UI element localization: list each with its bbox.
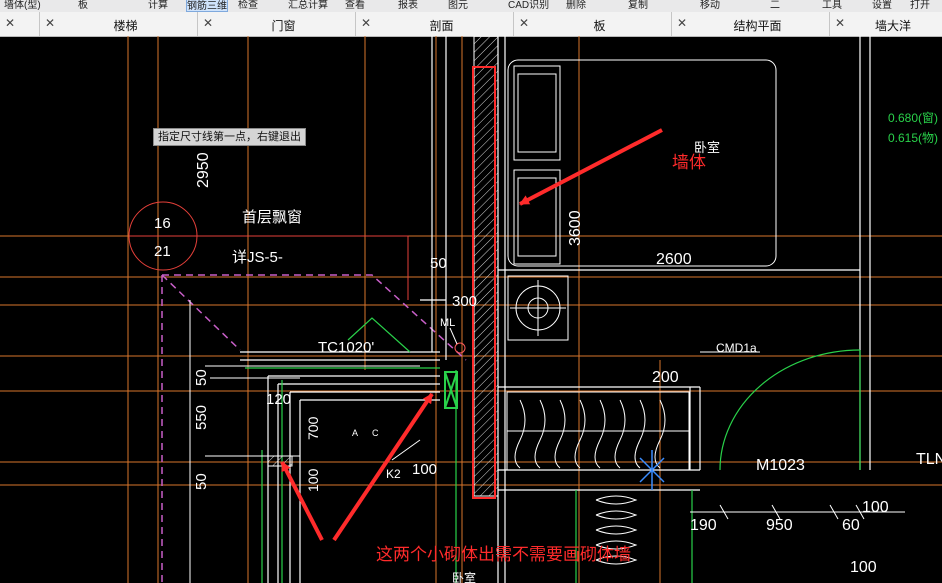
tab-slab[interactable]: ✕ 板: [514, 12, 672, 36]
close-icon[interactable]: ✕: [519, 16, 529, 30]
label-tln: TLN: [916, 451, 942, 468]
tab-structural-plan[interactable]: ✕ 结构平面: [672, 12, 830, 36]
hatch-label-c: C: [372, 428, 379, 438]
label-m1023: M1023: [756, 457, 805, 474]
toolbar-item[interactable]: 删除: [566, 0, 586, 11]
tab-doors-windows[interactable]: ✕ 门窗: [198, 12, 356, 36]
closet-hangers: [506, 391, 690, 471]
toolbar-item[interactable]: 板: [78, 0, 88, 11]
level-615: 0.615(物): [888, 131, 938, 145]
dim-700: 700: [305, 416, 321, 440]
tab-label: 板: [593, 19, 606, 33]
circle-top-number: 16: [154, 215, 171, 232]
leader-line: [196, 235, 409, 300]
circle-bottom-number: 21: [154, 243, 171, 260]
washing-machine-symbol: [507, 275, 569, 341]
command-tooltip: 指定尺寸线第一点，右键退出: [153, 128, 306, 146]
dim-50-left: 50: [193, 369, 210, 386]
label-cmd: CMD1a: [716, 341, 757, 355]
label-ml: ML: [440, 317, 455, 329]
close-icon[interactable]: ✕: [361, 16, 371, 30]
close-icon[interactable]: ✕: [835, 16, 845, 30]
toolbar-item-active[interactable]: 钢筋三维: [186, 0, 228, 12]
annotation-wall-label: 墙体: [672, 153, 706, 172]
close-icon[interactable]: ✕: [677, 16, 687, 30]
toolbar-item[interactable]: 汇总计算: [288, 0, 328, 11]
dim-190: 190: [690, 517, 717, 534]
toolbar-item[interactable]: 检查: [238, 0, 258, 11]
close-icon[interactable]: ✕: [5, 16, 15, 30]
close-icon[interactable]: ✕: [45, 16, 55, 30]
dim-2600: 2600: [656, 251, 692, 268]
cad-drawing-canvas[interactable]: 16 21 2950 首层飘窗 详JS-5- TC1020' 50 300 ML…: [0, 36, 942, 583]
tab-label: 结构平面: [733, 19, 782, 33]
dim-50-top: 50: [430, 255, 447, 272]
toolbar-item[interactable]: 打开: [910, 0, 930, 11]
dim-100-right-top: 100: [862, 499, 889, 516]
dim-100-right-bottom: 100: [850, 559, 877, 576]
dim-3600: 3600: [567, 210, 584, 246]
toolbar-item[interactable]: 图元: [448, 0, 468, 11]
dim-300: 300: [452, 293, 477, 310]
tab-wall-detail[interactable]: ✕ 墙大洋: [830, 12, 942, 36]
dim-950: 950: [766, 517, 793, 534]
level-680: 0.680(窗): [888, 111, 938, 125]
dim-2950: 2950: [195, 152, 212, 188]
dim-120: 120: [266, 391, 291, 408]
toolbar-item[interactable]: 报表: [398, 0, 418, 11]
dim-550: 550: [193, 405, 210, 430]
toolbar-item[interactable]: 墙体(型): [4, 0, 41, 11]
toolbar-item[interactable]: 查看: [345, 0, 365, 11]
tab-label: 墙大洋: [874, 19, 911, 33]
label-tc1020: TC1020': [318, 339, 374, 356]
toolbar-item[interactable]: 复制: [628, 0, 648, 11]
label-detail-ref: 详JS-5-: [232, 249, 283, 266]
toolbar-item[interactable]: 二: [770, 0, 780, 11]
wardrobe-outline: [507, 59, 777, 267]
ml-marker: [454, 342, 466, 354]
small-masonry-block: [267, 455, 293, 467]
tab-stairs[interactable]: ✕ 楼梯: [40, 12, 198, 36]
dim-100-mid: 100: [412, 461, 437, 478]
label-bedroom-bottom: 卧室: [452, 570, 476, 583]
drawing-tab-bar: ✕ ✕ 楼梯 ✕ 门窗 ✕ 剖面 ✕ 板 ✕ 结构平面 ✕ 墙大洋: [0, 12, 942, 37]
close-icon[interactable]: ✕: [203, 16, 213, 30]
tab-label: 剖面: [429, 19, 454, 33]
small-masonry-block: [444, 371, 458, 409]
dim-50-low: 50: [193, 473, 210, 490]
toolbar-item[interactable]: 计算: [148, 0, 168, 11]
ml-leader: [449, 327, 458, 345]
toolbar-item[interactable]: 移动: [700, 0, 720, 11]
toolbar-item[interactable]: CAD识别: [508, 0, 549, 11]
tab-section[interactable]: ✕ 剖面: [356, 12, 514, 36]
toolbar-item[interactable]: 设置: [872, 0, 892, 11]
dim-200: 200: [652, 369, 679, 386]
toolbar-item[interactable]: 工具: [822, 0, 842, 11]
tab-label: 门窗: [271, 19, 296, 33]
label-k2: K2: [386, 467, 401, 481]
hatch-label-a: A: [352, 428, 358, 438]
tab-label: 楼梯: [113, 19, 138, 33]
dim-60: 60: [842, 517, 860, 534]
dim-100-left: 100: [305, 468, 321, 492]
label-first-floor-bay: 首层飘窗: [242, 208, 302, 226]
annotation-question: 这两个小砌体出需不需要画砌体墙: [376, 545, 631, 564]
door-swing-m1023: [719, 349, 861, 471]
tab-partial[interactable]: ✕: [0, 12, 40, 36]
